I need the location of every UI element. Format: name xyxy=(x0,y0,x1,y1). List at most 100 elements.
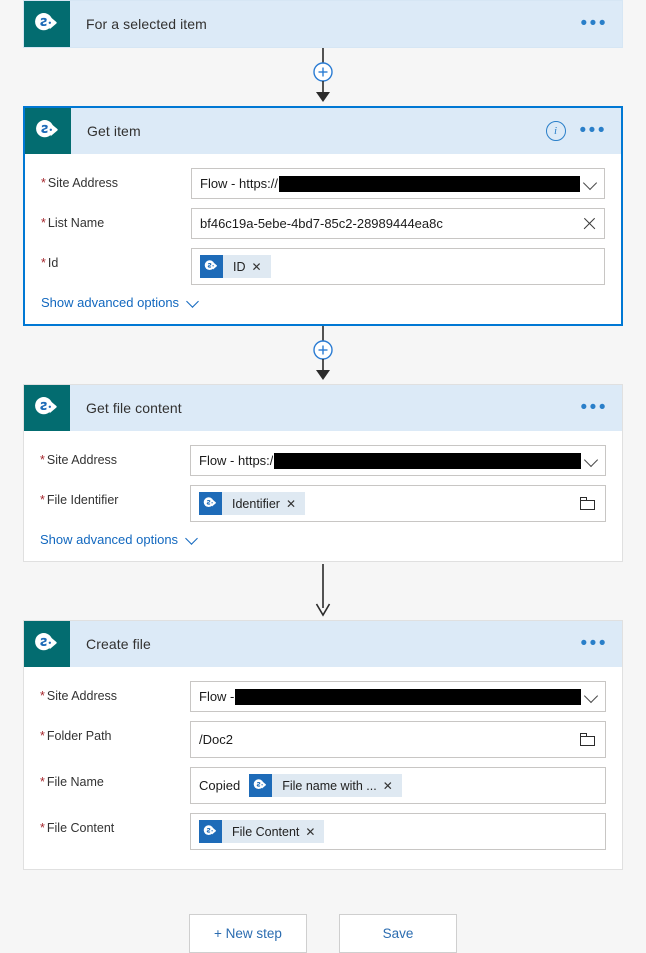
id-token[interactable]: ID ✕ xyxy=(200,255,271,278)
site-address-dropdown[interactable]: Flow - https:/ xyxy=(190,445,606,476)
step-menu-icon[interactable]: ••• xyxy=(581,398,608,417)
site-address-label: * Site Address xyxy=(40,681,190,704)
site-address-label: * Site Address xyxy=(41,168,191,191)
file-content-label: * File Content xyxy=(40,813,190,836)
required-asterisk: * xyxy=(40,729,45,743)
site-address-dropdown[interactable]: Flow - xyxy=(190,681,606,712)
step-header-get-item[interactable]: Get item i ••• xyxy=(25,108,621,154)
file-identifier-label-text: File Identifier xyxy=(46,493,119,507)
step-header-actions: ••• xyxy=(581,634,622,653)
sharepoint-icon xyxy=(200,255,223,278)
site-address-dropdown[interactable]: Flow - https:// xyxy=(191,168,605,199)
list-name-label: * List Name xyxy=(41,208,191,231)
file-identifier-token[interactable]: Identifier ✕ xyxy=(199,492,306,515)
list-name-label-text: List Name xyxy=(47,216,105,230)
new-step-button[interactable]: + New step xyxy=(189,914,307,953)
show-advanced-options-label: Show advanced options xyxy=(40,532,179,547)
file-content-token[interactable]: File Content ✕ xyxy=(199,820,325,843)
field-row-file-content: * File Content File Content ✕ xyxy=(40,813,606,850)
remove-token-icon[interactable]: ✕ xyxy=(252,261,271,273)
chevron-down-icon[interactable] xyxy=(585,690,599,704)
step-connector-0[interactable] xyxy=(0,48,646,106)
site-address-label: * Site Address xyxy=(40,445,190,468)
step-title: Get file content xyxy=(86,400,182,416)
remove-token-icon[interactable]: ✕ xyxy=(305,826,324,838)
token-label: Identifier xyxy=(232,496,280,511)
step-connector-2 xyxy=(0,562,646,620)
show-advanced-options-link[interactable]: Show advanced options xyxy=(40,532,198,547)
field-row-site-address: * Site Address Flow - https:/ xyxy=(40,445,606,476)
required-asterisk: * xyxy=(40,821,45,835)
file-name-label-text: File Name xyxy=(46,775,104,789)
sharepoint-icon xyxy=(24,1,70,47)
field-row-list-name: * List Name bf46c19a-5ebe-4bd7-85c2-289894… xyxy=(41,208,605,239)
list-name-input[interactable]: bf46c19a-5ebe-4bd7-85c2-28989444ea8c xyxy=(191,208,605,239)
field-row-site-address: * Site Address Flow - https:// xyxy=(41,168,605,199)
sharepoint-icon xyxy=(24,385,70,431)
show-advanced-options-link[interactable]: Show advanced options xyxy=(41,295,199,310)
footer-actions: + New step Save xyxy=(0,914,646,953)
file-content-input[interactable]: File Content ✕ xyxy=(190,813,606,850)
file-name-prefix-text: Copied xyxy=(199,778,241,793)
step-header-for-a-selected-item[interactable]: For a selected item ••• xyxy=(24,1,622,47)
site-address-redacted-value xyxy=(274,452,581,469)
step-header-actions: i ••• xyxy=(545,121,621,141)
sharepoint-icon xyxy=(249,774,273,797)
file-name-token[interactable]: File name with ... ✕ xyxy=(249,774,402,797)
flow-step-for-a-selected-item[interactable]: For a selected item ••• xyxy=(23,0,623,48)
file-name-input[interactable]: Copied File name with ... ✕ xyxy=(190,767,606,804)
step-menu-icon[interactable]: ••• xyxy=(580,121,607,140)
token-label: File Content xyxy=(232,824,300,839)
step-connector-1[interactable] xyxy=(0,326,646,384)
folder-path-label: * Folder Path xyxy=(40,721,190,744)
step-header-create-file[interactable]: Create file ••• xyxy=(24,621,622,667)
folder-picker-icon[interactable] xyxy=(580,732,597,747)
flow-step-create-file[interactable]: Create file ••• * Site Address Flow - * Folde… xyxy=(23,620,623,870)
step-header-get-file-content[interactable]: Get file content ••• xyxy=(24,385,622,431)
step-title: Create file xyxy=(86,636,151,652)
step-body-create-file: * Site Address Flow - * Folder Path/Doc2 * Fi… xyxy=(24,667,622,869)
flow-step-get-file-content[interactable]: Get file content ••• * Site Address Flow - h… xyxy=(23,384,623,562)
site-address-prefix: Flow - https:// xyxy=(200,176,279,191)
folder-picker-icon[interactable] xyxy=(580,496,597,511)
step-title: Get item xyxy=(87,123,141,139)
step-title: For a selected item xyxy=(86,16,207,32)
required-asterisk: * xyxy=(40,689,45,703)
chevron-down-icon[interactable] xyxy=(585,454,599,468)
info-icon[interactable]: i xyxy=(545,121,566,141)
sharepoint-icon xyxy=(199,820,222,843)
step-menu-icon[interactable]: ••• xyxy=(581,14,608,33)
step-menu-icon[interactable]: ••• xyxy=(581,634,608,653)
required-asterisk: * xyxy=(40,453,45,467)
site-address-label-text: Site Address xyxy=(46,689,118,703)
step-header-actions: ••• xyxy=(581,398,622,417)
close-icon[interactable] xyxy=(582,216,598,232)
field-row-folder-path: * Folder Path/Doc2 xyxy=(40,721,606,758)
step-body-get-file-content: * Site Address Flow - https:/* File Identif… xyxy=(24,431,622,561)
folder-path-label-text: Folder Path xyxy=(46,729,112,743)
flow-step-get-item[interactable]: Get item i ••• * Site Address Flow - https://… xyxy=(23,106,623,326)
sharepoint-icon xyxy=(199,492,222,515)
remove-token-icon[interactable]: ✕ xyxy=(286,498,305,510)
remove-token-icon[interactable]: ✕ xyxy=(383,780,402,792)
id-input[interactable]: ID ✕ xyxy=(191,248,605,285)
file-content-label-text: File Content xyxy=(46,821,115,835)
chevron-down-icon xyxy=(186,534,198,546)
site-address-redacted-value xyxy=(235,688,581,705)
flow-steps-container: For a selected item ••• Get item i ••• * Site … xyxy=(0,0,646,870)
chevron-down-icon xyxy=(187,297,199,309)
folder-path-value: /Doc2 xyxy=(199,732,233,747)
required-asterisk: * xyxy=(40,775,45,789)
required-asterisk: * xyxy=(40,493,45,507)
required-asterisk: * xyxy=(41,216,46,230)
site-address-prefix: Flow - https:/ xyxy=(199,453,274,468)
site-address-label-text: Site Address xyxy=(47,176,119,190)
chevron-down-icon[interactable] xyxy=(584,177,598,191)
file-identifier-label: * File Identifier xyxy=(40,485,190,508)
folder-path-input[interactable]: /Doc2 xyxy=(190,721,606,758)
save-button[interactable]: Save xyxy=(339,914,457,953)
file-identifier-input[interactable]: Identifier ✕ xyxy=(190,485,606,522)
required-asterisk: * xyxy=(41,176,46,190)
sharepoint-icon xyxy=(25,108,71,154)
id-label-text: Id xyxy=(47,256,59,270)
